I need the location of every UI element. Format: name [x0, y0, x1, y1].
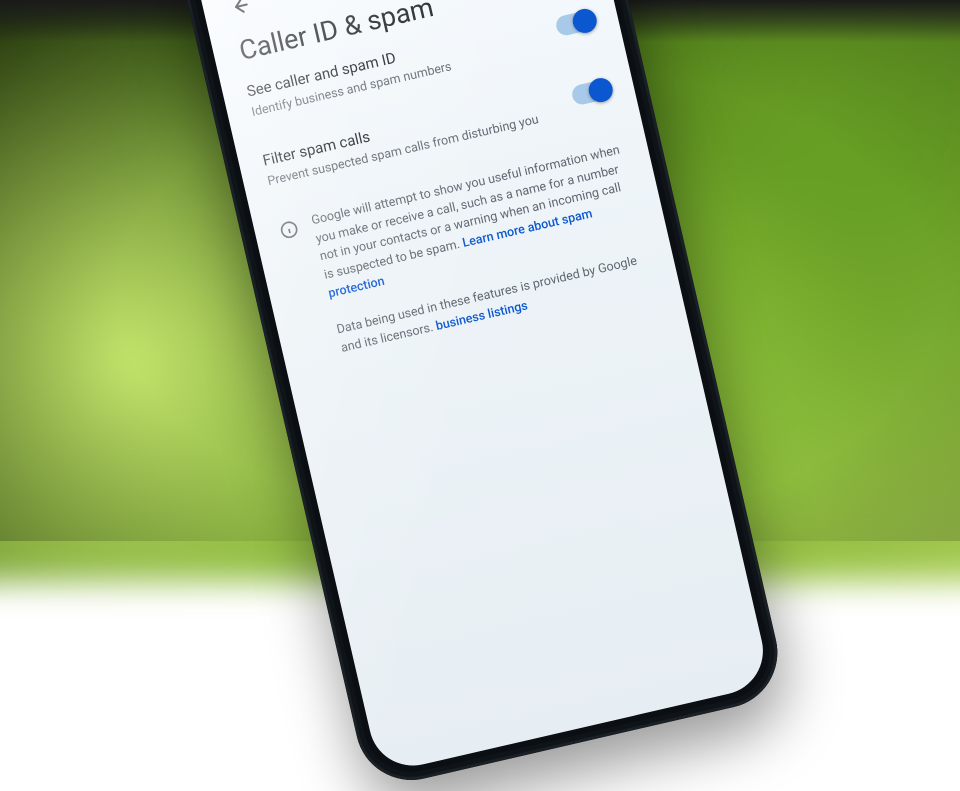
back-button[interactable] [223, 0, 257, 23]
toggle-filter-spam[interactable] [570, 78, 612, 106]
toggle-caller-id[interactable] [554, 9, 596, 37]
